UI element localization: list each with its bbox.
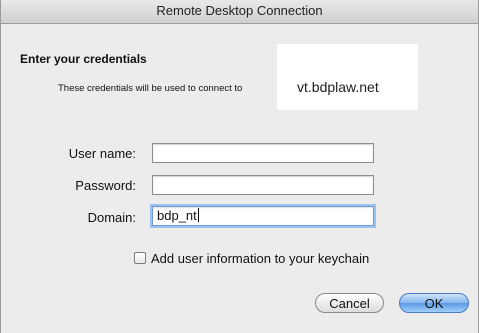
domain-label: Domain:	[87, 210, 136, 225]
keychain-option[interactable]: Add user information to your keychain	[134, 250, 369, 266]
server-panel: vt.bdplaw.net	[277, 44, 418, 110]
password-label: Password:	[75, 178, 136, 193]
username-field[interactable]	[152, 143, 374, 163]
server-name: vt.bdplaw.net	[297, 79, 379, 95]
username-label: User name:	[68, 146, 136, 161]
text-caret	[197, 208, 199, 222]
window-title: Remote Desktop Connection	[1, 0, 478, 24]
password-field[interactable]	[152, 175, 374, 195]
credentials-heading: Enter your credentials	[20, 52, 147, 66]
domain-field[interactable]: bdp_nt	[152, 206, 374, 226]
ok-button[interactable]: OK	[399, 293, 469, 313]
domain-value: bdp_nt	[157, 208, 197, 223]
cancel-button[interactable]: Cancel	[315, 293, 384, 313]
keychain-label: Add user information to your keychain	[151, 250, 370, 266]
connection-description: These credentials will be used to connec…	[58, 83, 243, 94]
dialog-window: Remote Desktop Connection Enter your cre…	[0, 0, 479, 333]
keychain-checkbox[interactable]	[134, 252, 146, 264]
